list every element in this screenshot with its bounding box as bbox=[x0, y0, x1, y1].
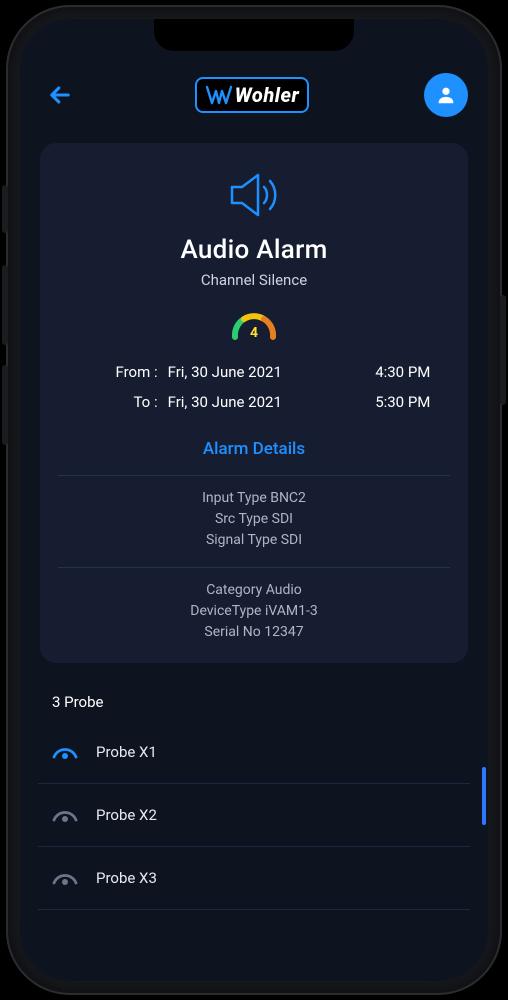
back-button[interactable] bbox=[40, 75, 80, 115]
to-date: Fri, 30 June 2021 bbox=[168, 393, 341, 411]
eye-icon bbox=[52, 869, 78, 887]
alarm-title: Audio Alarm bbox=[58, 235, 450, 265]
probe-label: Probe X2 bbox=[96, 806, 157, 824]
alarm-time-range: From : Fri, 30 June 2021 4:30 PM To : Fr… bbox=[78, 357, 431, 417]
detail-serial-no: Serial No 12347 bbox=[58, 622, 450, 643]
from-time: 4:30 PM bbox=[350, 363, 430, 381]
alarm-details-header: Alarm Details bbox=[58, 439, 450, 459]
app-screen: Wohler Audio Alarm Channel Silence bbox=[20, 19, 488, 981]
severity-value: 4 bbox=[250, 325, 258, 341]
detail-signal-type: Signal Type SDI bbox=[58, 530, 450, 551]
detail-input-type: Input Type BNC2 bbox=[58, 488, 450, 509]
brand-logo: Wohler bbox=[195, 77, 309, 113]
probe-row[interactable]: Probe X1 bbox=[38, 721, 470, 784]
to-row: To : Fri, 30 June 2021 5:30 PM bbox=[78, 387, 431, 417]
phone-mute-switch bbox=[2, 185, 8, 233]
probe-label: Probe X1 bbox=[96, 743, 157, 761]
probe-label: Probe X3 bbox=[96, 869, 157, 887]
probes-count: 3 Probe bbox=[20, 663, 488, 721]
app-header: Wohler bbox=[20, 65, 488, 125]
detail-device-type: DeviceType iVAM1-3 bbox=[58, 601, 450, 622]
scrollbar-thumb[interactable] bbox=[482, 767, 486, 825]
phone-volume-down bbox=[2, 365, 8, 445]
from-date: Fri, 30 June 2021 bbox=[168, 363, 341, 381]
severity-gauge: 4 bbox=[58, 307, 450, 343]
alarm-details-block-2: Category Audio DeviceType iVAM1-3 Serial… bbox=[58, 567, 450, 643]
to-time: 5:30 PM bbox=[350, 393, 430, 411]
gauge-icon: 4 bbox=[229, 307, 279, 343]
to-label: To : bbox=[78, 393, 158, 411]
brand-mark-icon bbox=[205, 83, 233, 107]
phone-volume-up bbox=[2, 265, 8, 345]
detail-category: Category Audio bbox=[58, 580, 450, 601]
eye-icon bbox=[52, 806, 78, 824]
user-icon bbox=[435, 84, 457, 106]
probe-row[interactable]: Probe X2 bbox=[38, 784, 470, 847]
phone-notch bbox=[154, 19, 354, 51]
eye-icon bbox=[52, 743, 78, 761]
phone-power-button bbox=[500, 295, 506, 405]
detail-src-type: Src Type SDI bbox=[58, 509, 450, 530]
speaker-icon bbox=[58, 167, 450, 223]
from-row: From : Fri, 30 June 2021 4:30 PM bbox=[78, 357, 431, 387]
alarm-subtitle: Channel Silence bbox=[58, 271, 450, 289]
probe-list: Probe X1 Probe X2 Probe X3 bbox=[20, 721, 488, 910]
brand-name: Wohler bbox=[235, 83, 299, 107]
alarm-details-block-1: Input Type BNC2 Src Type SDI Signal Type… bbox=[58, 475, 450, 551]
phone-frame: Wohler Audio Alarm Channel Silence bbox=[6, 5, 502, 995]
probe-row[interactable]: Probe X3 bbox=[38, 847, 470, 910]
alarm-card: Audio Alarm Channel Silence 4 From : Fri… bbox=[40, 143, 468, 663]
from-label: From : bbox=[78, 363, 158, 381]
profile-button[interactable] bbox=[424, 73, 468, 117]
arrow-left-icon bbox=[46, 81, 74, 109]
